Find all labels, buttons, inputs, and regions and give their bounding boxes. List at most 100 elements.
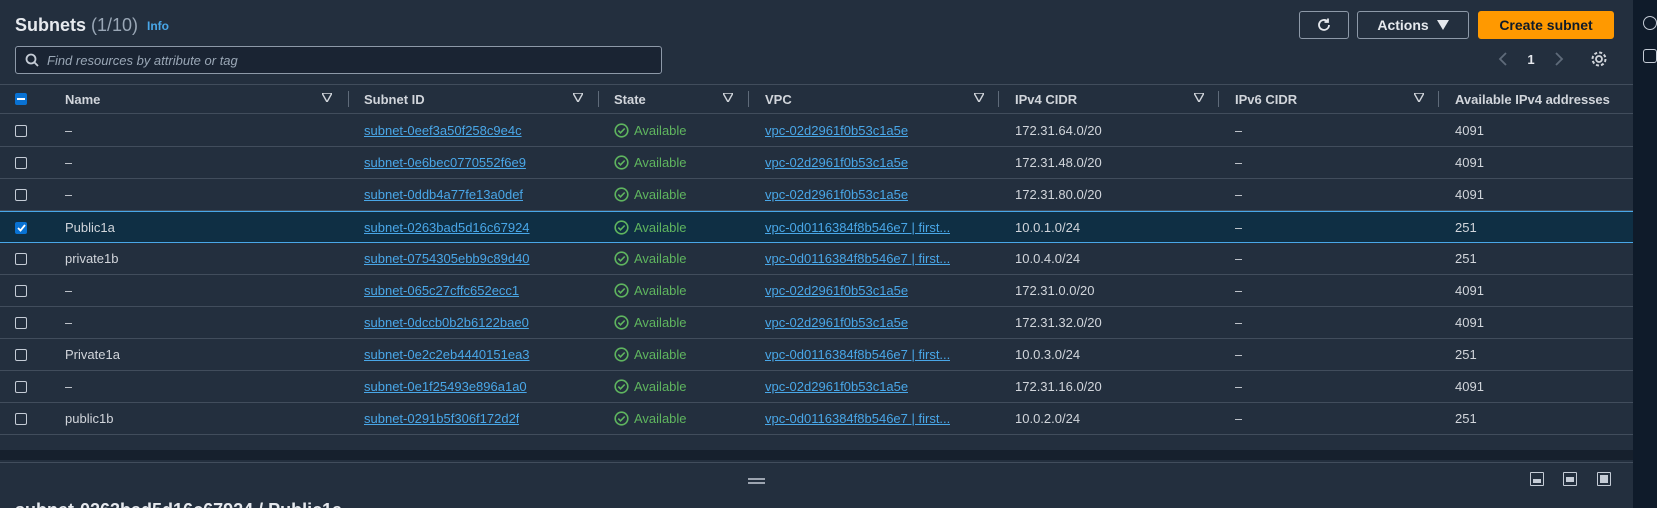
table-row[interactable]: public1b subnet-0291b5f306f172d2f Availa… <box>0 403 1633 435</box>
panel-full-icon[interactable] <box>1597 472 1611 486</box>
settings-panel-icon[interactable] <box>1643 49 1657 63</box>
state-text: Available <box>634 411 687 426</box>
column-header-subnet-id[interactable]: Subnet ID <box>364 85 425 113</box>
cell-state: Available <box>614 339 687 370</box>
column-header-vpc[interactable]: VPC <box>765 85 792 113</box>
cell-vpc-link[interactable]: vpc-02d2961f0b53c1a5e <box>765 275 908 306</box>
row-checkbox-checked[interactable] <box>15 221 27 234</box>
table-row[interactable]: – subnet-0ddb4a77fe13a0def Available vpc… <box>0 179 1633 211</box>
row-checkbox[interactable] <box>15 348 27 361</box>
info-link[interactable]: Info <box>147 19 169 33</box>
column-separator[interactable] <box>1218 91 1219 107</box>
sort-icon[interactable] <box>1414 93 1424 102</box>
search-input[interactable]: Find resources by attribute or tag <box>47 53 238 68</box>
row-checkbox[interactable] <box>15 156 27 169</box>
create-subnet-button[interactable]: Create subnet <box>1478 11 1614 39</box>
column-header-ipv6-cidr[interactable]: IPv6 CIDR <box>1235 85 1297 113</box>
row-checkbox[interactable] <box>15 124 27 137</box>
gear-icon[interactable] <box>1590 50 1608 68</box>
cell-subnet-id-link[interactable]: subnet-0291b5f306f172d2f <box>364 403 519 434</box>
cell-vpc-link[interactable]: vpc-02d2961f0b53c1a5e <box>765 179 908 210</box>
cell-available-ipv4: 4091 <box>1455 187 1484 202</box>
column-header-available-ipv4[interactable]: Available IPv4 addresses <box>1455 85 1610 113</box>
page-title-text: Subnets <box>15 15 87 35</box>
table-row[interactable]: private1b subnet-0754305ebb9c89d40 Avail… <box>0 243 1633 275</box>
cell-subnet-id-link[interactable]: subnet-0dccb0b2b6122bae0 <box>364 307 529 338</box>
cell-subnet-id-link[interactable]: subnet-065c27cffc652ecc1 <box>364 275 519 306</box>
column-separator[interactable] <box>998 91 999 107</box>
cell-ipv6-cidr: – <box>1235 411 1243 426</box>
state-text: Available <box>634 187 687 202</box>
cell-subnet-id-link[interactable]: subnet-0e6bec0770552f6e9 <box>364 147 526 178</box>
row-checkbox[interactable] <box>15 412 27 425</box>
row-checkbox[interactable] <box>15 316 27 329</box>
row-checkbox[interactable] <box>15 380 27 393</box>
current-page[interactable]: 1 <box>1527 52 1534 67</box>
column-header-ipv4-cidr[interactable]: IPv4 CIDR <box>1015 85 1077 113</box>
table-row[interactable]: – subnet-0dccb0b2b6122bae0 Available vpc… <box>0 307 1633 339</box>
panel-bottom-icon[interactable] <box>1530 472 1544 486</box>
cell-name: – <box>65 379 73 394</box>
state-text: Available <box>634 315 687 330</box>
cell-subnet-id-link[interactable]: subnet-0263bad5d16c67924 <box>364 212 530 243</box>
check-circle-icon <box>614 155 629 170</box>
table-row[interactable]: – subnet-0eef3a50f258c9e4c Available vpc… <box>0 115 1633 147</box>
column-header-name[interactable]: Name <box>65 85 100 113</box>
row-checkbox[interactable] <box>15 284 27 297</box>
info-panel-icon[interactable] <box>1643 16 1657 30</box>
cell-vpc-link[interactable]: vpc-0d0116384f8b546e7 | first... <box>765 339 950 370</box>
column-separator[interactable] <box>348 91 349 107</box>
cell-name: – <box>65 187 73 202</box>
column-separator[interactable] <box>1438 91 1439 107</box>
check-circle-icon <box>614 220 629 235</box>
sort-icon[interactable] <box>974 93 984 102</box>
cell-vpc-link[interactable]: vpc-0d0116384f8b546e7 | first... <box>765 403 950 434</box>
horizontal-scrollbar[interactable] <box>0 450 1633 460</box>
table-header: Name Subnet ID State VPC IPv4 CIDR IPv6 … <box>0 84 1633 114</box>
row-checkbox[interactable] <box>15 188 27 201</box>
cell-subnet-id-link[interactable]: subnet-0eef3a50f258c9e4c <box>364 115 522 146</box>
cell-vpc-link[interactable]: vpc-02d2961f0b53c1a5e <box>765 307 908 338</box>
actions-button[interactable]: Actions <box>1357 11 1469 39</box>
select-all-indeterminate[interactable] <box>15 93 27 105</box>
cell-vpc-link[interactable]: vpc-02d2961f0b53c1a5e <box>765 147 908 178</box>
cell-subnet-id-link[interactable]: subnet-0ddb4a77fe13a0def <box>364 179 523 210</box>
refresh-button[interactable] <box>1299 11 1349 39</box>
table-row[interactable]: – subnet-0e6bec0770552f6e9 Available vpc… <box>0 147 1633 179</box>
search-field[interactable]: Find resources by attribute or tag <box>15 46 662 74</box>
column-header-state[interactable]: State <box>614 85 646 113</box>
cell-vpc-link[interactable]: vpc-02d2961f0b53c1a5e <box>765 115 908 146</box>
check-circle-icon <box>614 315 629 330</box>
cell-ipv6-cidr: – <box>1235 155 1243 170</box>
check-circle-icon <box>614 123 629 138</box>
sort-icon[interactable] <box>573 93 583 102</box>
column-separator[interactable] <box>748 91 749 107</box>
cell-subnet-id-link[interactable]: subnet-0e2c2eb4440151ea3 <box>364 339 530 370</box>
row-checkbox[interactable] <box>15 252 27 265</box>
cell-vpc-link[interactable]: vpc-0d0116384f8b546e7 | first... <box>765 243 950 274</box>
cell-ipv4-cidr: 172.31.0.0/20 <box>1015 283 1095 298</box>
table-row[interactable]: – subnet-065c27cffc652ecc1 Available vpc… <box>0 275 1633 307</box>
drag-handle-icon[interactable] <box>748 478 765 484</box>
table-row[interactable]: Private1a subnet-0e2c2eb4440151ea3 Avail… <box>0 339 1633 371</box>
sort-icon[interactable] <box>322 93 332 102</box>
chevron-right-icon[interactable] <box>1554 52 1564 66</box>
state-text: Available <box>634 220 687 235</box>
panel-split-icon[interactable] <box>1563 472 1577 486</box>
sort-icon[interactable] <box>1194 93 1204 102</box>
column-separator[interactable] <box>598 91 599 107</box>
chevron-left-icon[interactable] <box>1498 52 1508 66</box>
cell-subnet-id-link[interactable]: subnet-0754305ebb9c89d40 <box>364 243 530 274</box>
cell-vpc-link[interactable]: vpc-0d0116384f8b546e7 | first... <box>765 212 950 243</box>
cell-subnet-id-link[interactable]: subnet-0e1f25493e896a1a0 <box>364 371 527 402</box>
sort-icon[interactable] <box>723 93 733 102</box>
cell-available-ipv4: 251 <box>1455 347 1477 362</box>
check-circle-icon <box>614 347 629 362</box>
cell-vpc-link[interactable]: vpc-02d2961f0b53c1a5e <box>765 371 908 402</box>
table-row[interactable]: – subnet-0e1f25493e896a1a0 Available vpc… <box>0 371 1633 403</box>
cell-available-ipv4: 4091 <box>1455 379 1484 394</box>
table-row-selected[interactable]: Public1a subnet-0263bad5d16c67924 Availa… <box>0 211 1633 243</box>
cell-ipv6-cidr: – <box>1235 379 1243 394</box>
cell-ipv4-cidr: 10.0.3.0/24 <box>1015 347 1081 362</box>
select-all-checkbox[interactable] <box>15 85 27 113</box>
